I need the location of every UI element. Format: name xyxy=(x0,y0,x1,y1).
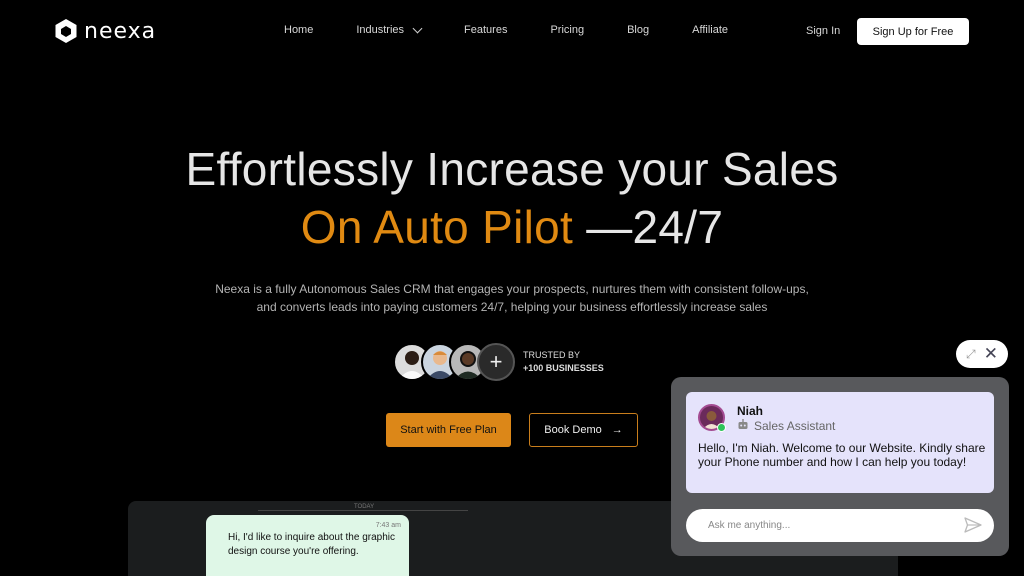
nav-industries-label: Industries xyxy=(356,24,405,36)
book-demo-button[interactable]: Book Demo → xyxy=(529,413,638,447)
trusted-by-label: TRUSTED BY xyxy=(523,350,581,360)
trusted-by-section: + TRUSTED BY +100 BUSINESSES xyxy=(393,343,604,381)
hero-subheadline: On Auto Pilot —24/7 xyxy=(0,200,1024,254)
online-status-icon xyxy=(717,423,726,432)
chat-input[interactable]: Ask me anything... xyxy=(686,509,994,542)
robot-icon xyxy=(737,419,749,433)
divider xyxy=(258,510,468,511)
trusted-by-count: +100 BUSINESSES xyxy=(523,363,604,373)
chat-input-placeholder: Ask me anything... xyxy=(708,520,791,531)
nav-blog[interactable]: Blog xyxy=(627,24,649,36)
hexagon-logo-icon xyxy=(55,19,77,43)
nav-features[interactable]: Features xyxy=(464,24,507,36)
hero-description-line-1: Neexa is a fully Autonomous Sales CRM th… xyxy=(215,282,809,296)
close-icon[interactable]: ✕ xyxy=(984,344,998,364)
chevron-down-icon xyxy=(412,23,423,34)
sign-up-button[interactable]: Sign Up for Free xyxy=(857,18,969,45)
customer-message-text: Hi, I'd like to inquire about the graphi… xyxy=(228,532,396,557)
agent-name: Niah xyxy=(737,404,764,418)
hero-description: Neexa is a fully Autonomous Sales CRM th… xyxy=(0,280,1024,316)
agent-role: Sales Assistant xyxy=(737,419,835,433)
customer-message-bubble: 7:43 am Hi, I'd like to inquire about th… xyxy=(206,515,409,576)
brand-logo[interactable]: neexa xyxy=(54,18,156,44)
sign-in-link[interactable]: Sign In xyxy=(806,25,840,37)
agent-role-label: Sales Assistant xyxy=(754,419,836,433)
hero-description-line-2: and converts leads into paying customers… xyxy=(256,300,768,314)
send-icon[interactable] xyxy=(964,517,982,533)
nav-home[interactable]: Home xyxy=(284,24,313,36)
nav-pricing[interactable]: Pricing xyxy=(550,24,584,36)
chat-widget-controls: ⤢ ✕ xyxy=(956,340,1008,368)
arrow-right-icon: → xyxy=(611,424,623,436)
agent-message-card: Niah Sales Assistant Hello, I'm Niah. We… xyxy=(686,392,994,493)
brand-name: neexa xyxy=(84,18,157,44)
expand-icon[interactable]: ⤢ xyxy=(966,347,976,362)
book-demo-label: Book Demo xyxy=(544,424,602,436)
top-nav: neexa Home Industries Features Pricing B… xyxy=(0,0,1024,62)
chat-widget: Niah Sales Assistant Hello, I'm Niah. We… xyxy=(671,377,1009,556)
day-separator-label: TODAY xyxy=(350,504,379,510)
nav-industries[interactable]: Industries xyxy=(356,23,423,36)
hero-247-text: —24/7 xyxy=(573,201,724,253)
message-timestamp: 7:43 am xyxy=(375,522,401,529)
more-customers-icon: + xyxy=(477,343,515,381)
hero-accent-text: On Auto Pilot xyxy=(300,201,574,253)
nav-affiliate[interactable]: Affiliate xyxy=(692,24,728,36)
start-free-plan-button[interactable]: Start with Free Plan xyxy=(386,413,511,447)
customer-avatars: + xyxy=(393,343,515,381)
agent-greeting: Hello, I'm Niah. Welcome to our Website.… xyxy=(698,441,986,469)
trusted-by-text: TRUSTED BY +100 BUSINESSES xyxy=(523,349,604,375)
nav-links: Home Industries Features Pricing Blog Af… xyxy=(284,23,771,36)
hero-headline: Effortlessly Increase your Sales xyxy=(185,143,839,195)
